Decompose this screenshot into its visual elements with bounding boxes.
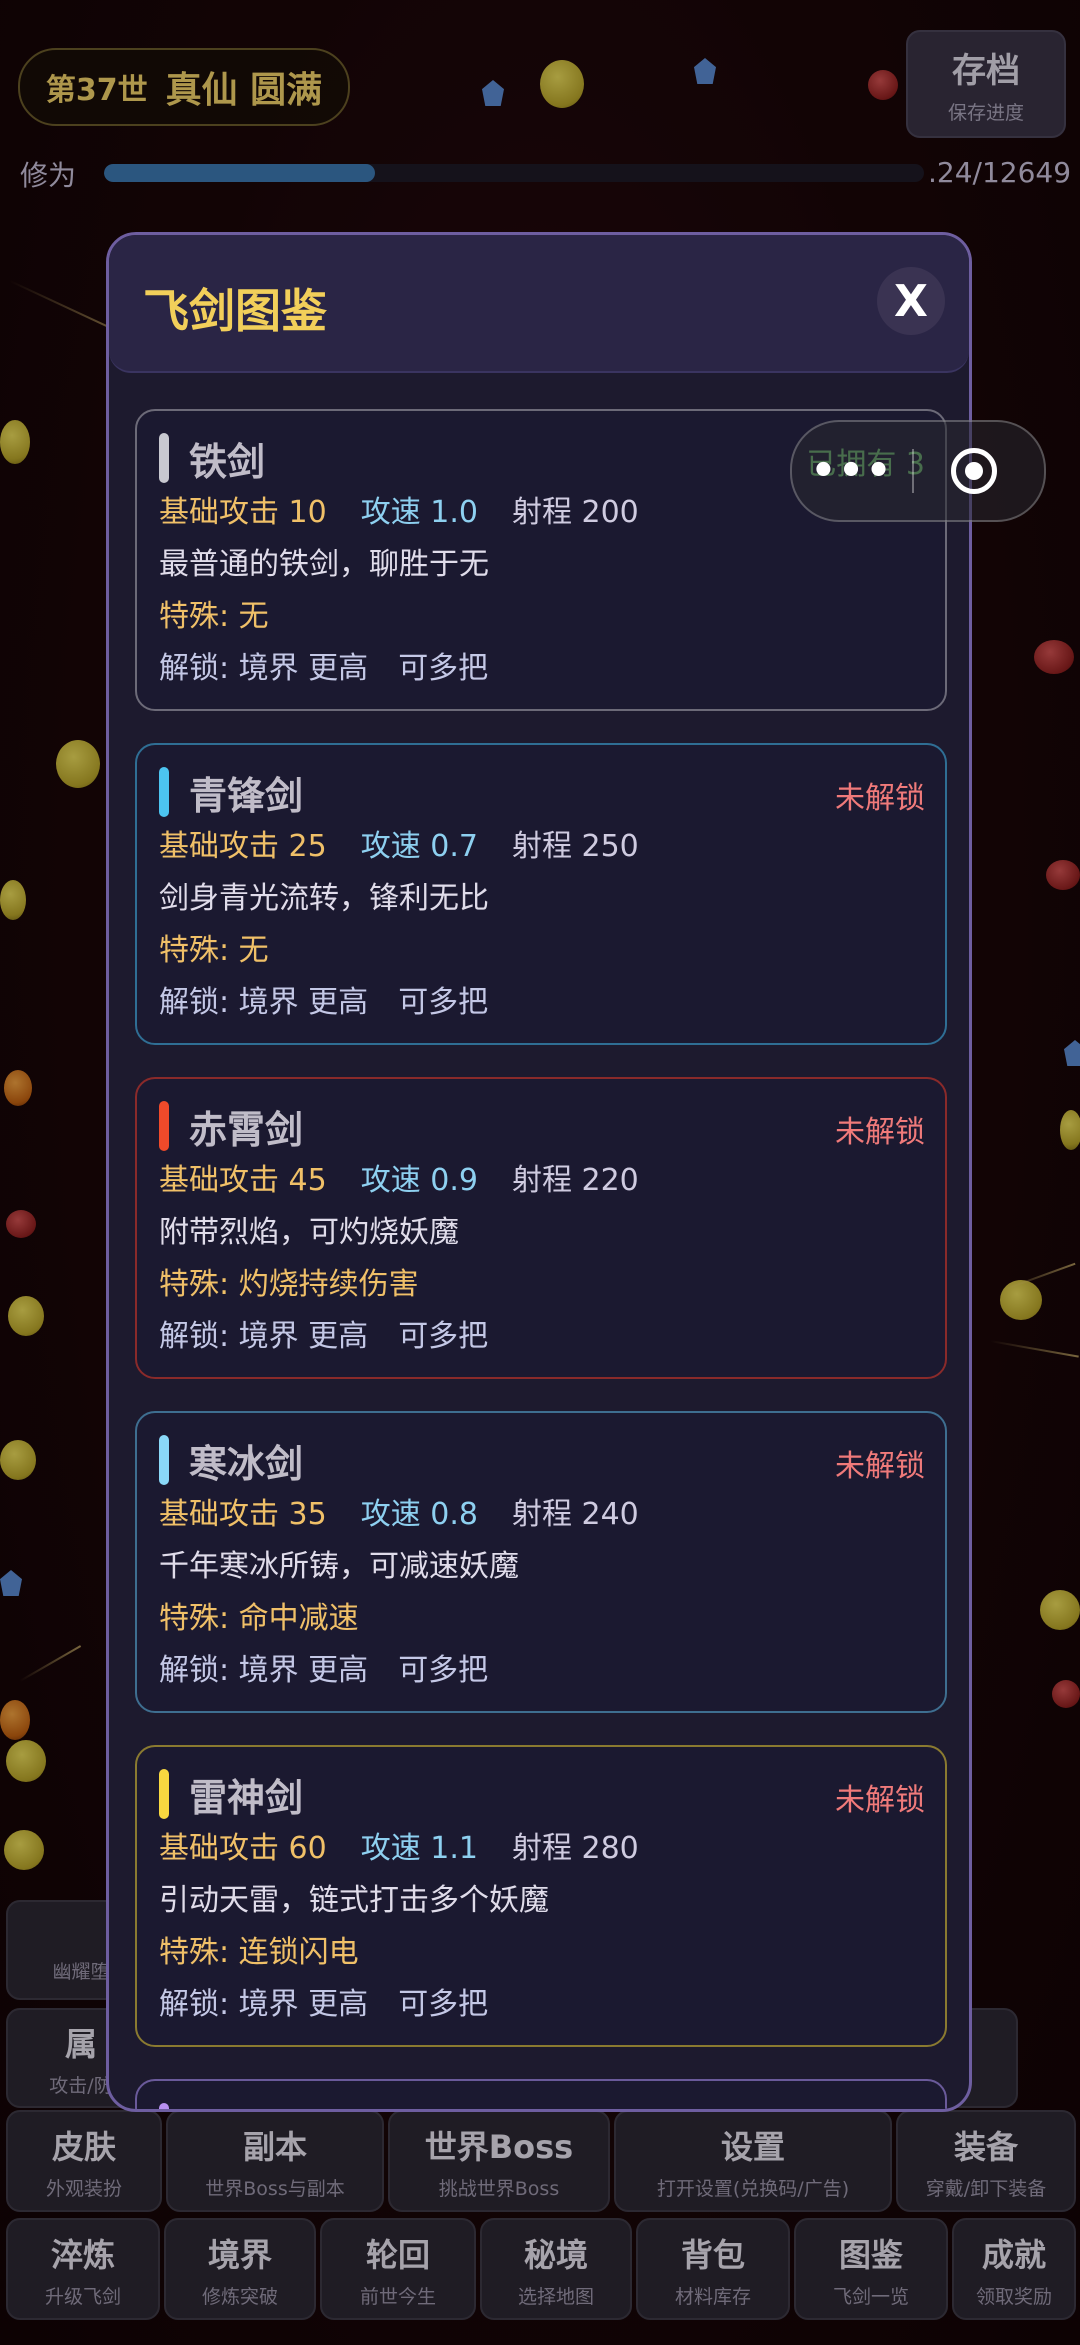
- sword-range: 射程 220: [511, 1163, 639, 1198]
- sword-name: 雷神剑: [189, 1775, 304, 1820]
- sword-unlock-condition: 解锁: 境界 更高: [159, 651, 369, 686]
- sword-card[interactable]: 赤霄剑 未解锁基础攻击 45 攻速 0.9 射程 220 附带烈焰，可灼烧妖魔 特殊: 灼…: [135, 1077, 947, 1379]
- sword-attack: 基础攻击 10: [159, 495, 327, 530]
- sword-attack: 基础攻击 35: [159, 1497, 327, 1532]
- sword-multi: 可多把: [398, 1987, 489, 2022]
- sword-description: 千年寒冰所铸，可减速妖魔: [159, 1549, 519, 1584]
- sword-description: 引动天雷，链式打击多个妖魔: [159, 1883, 549, 1918]
- sword-status: 未解锁: [835, 781, 925, 816]
- sword-stats: 基础攻击 60 攻速 1.1 射程 280: [159, 1823, 923, 1875]
- sword-name: 铁剑: [189, 439, 266, 484]
- sword-unlock-condition: 解锁: 境界 更高: [159, 1319, 369, 1354]
- sword-unlock: 解锁: 境界 更高 可多把: [159, 1645, 923, 1697]
- sword-card-header: 青锋剑: [159, 763, 923, 821]
- sword-speed: 攻速 1.1: [360, 1831, 478, 1866]
- sword-speed: 攻速 0.8: [360, 1497, 478, 1532]
- sword-color-bar: [159, 1435, 169, 1485]
- sword-range: 射程 250: [511, 829, 639, 864]
- sword-card[interactable]: 寒冰剑 未解锁基础攻击 35 攻速 0.8 射程 240 千年寒冰所铸，可减速妖魔 特殊:…: [135, 1411, 947, 1713]
- sword-unlock: 解锁: 境界 更高 可多把: [159, 977, 923, 1029]
- sword-attack: 基础攻击 25: [159, 829, 327, 864]
- sword-list[interactable]: 铁剑已拥有 3基础攻击 10攻速 1.0射程 200最普通的铁剑，聊胜于无特殊:…: [135, 409, 947, 2112]
- sword-card-header: 大虚剑: [159, 2099, 923, 2110]
- sword-unlock-condition: 解锁: 境界 更高: [159, 1987, 369, 2022]
- sword-attack: 基础攻击 60: [159, 1831, 327, 1866]
- sword-status: 未解锁: [835, 2109, 925, 2112]
- sword-status: 未解锁: [835, 1449, 925, 1484]
- sword-name: 大虚剑: [189, 2101, 303, 2110]
- sword-special: 特殊: 连锁闪电: [159, 1935, 359, 1970]
- sword-speed: 攻速 0.7: [360, 829, 478, 864]
- sword-card[interactable]: 雷神剑 未解锁基础攻击 60 攻速 1.1 射程 280 引动天雷，链式打击多个妖魔 特殊…: [135, 1745, 947, 2047]
- sword-multi: 可多把: [398, 985, 489, 1020]
- target-ring-icon: [951, 448, 997, 494]
- sword-multi: 可多把: [398, 1653, 489, 1688]
- target-core: [965, 462, 983, 480]
- sword-multi: 可多把: [398, 651, 489, 686]
- sword-unlock-condition: 解锁: 境界 更高: [159, 1653, 369, 1688]
- sword-description: 最普通的铁剑，聊胜于无: [159, 547, 489, 582]
- sword-special: 特殊: 无: [159, 599, 269, 634]
- sword-unlock: 解锁: 境界 更高 可多把: [159, 1311, 923, 1363]
- more-options-icon[interactable]: •••: [792, 448, 912, 494]
- sword-color-bar: [159, 433, 169, 483]
- miniprogram-capsule: •••: [790, 420, 1046, 522]
- sword-special: 特殊: 命中减速: [159, 1601, 359, 1636]
- sword-special: 特殊: 灼烧持续伤害: [159, 1267, 419, 1302]
- sword-description: 附带烈焰，可灼烧妖魔: [159, 1215, 459, 1250]
- sword-speed: 攻速 1.0: [360, 495, 478, 530]
- close-button[interactable]: X: [877, 267, 945, 335]
- sword-description: 剑身青光流转，锋利无比: [159, 881, 489, 916]
- sword-unlock: 解锁: 境界 更高 可多把: [159, 1979, 923, 2031]
- sword-color-bar: [159, 2103, 169, 2109]
- sword-unlock: 解锁: 境界 更高 可多把: [159, 643, 923, 695]
- sword-name: 赤霄剑: [189, 1107, 304, 1152]
- sword-color-bar: [159, 1101, 169, 1151]
- sword-status: 未解锁: [835, 1115, 925, 1150]
- sword-stats: 基础攻击 35 攻速 0.8 射程 240: [159, 1489, 923, 1541]
- sword-card-header: 雷神剑: [159, 1765, 923, 1823]
- sword-stats: 基础攻击 45 攻速 0.9 射程 220: [159, 1155, 923, 1207]
- modal-header: 飞剑图鉴 X: [109, 235, 969, 373]
- sword-special: 特殊: 无: [159, 933, 269, 968]
- sword-name: 青锋剑: [189, 773, 304, 818]
- close-miniprogram-icon[interactable]: [914, 448, 1034, 494]
- sword-status: 未解锁: [835, 1783, 925, 1818]
- modal-title: 飞剑图鉴: [143, 284, 327, 338]
- sword-color-bar: [159, 767, 169, 817]
- sword-card[interactable]: 青锋剑 未解锁基础攻击 25 攻速 0.7 射程 250 剑身青光流转，锋利无比 特殊: …: [135, 743, 947, 1045]
- sword-multi: 可多把: [398, 1319, 489, 1354]
- sword-name: 寒冰剑: [189, 1441, 304, 1486]
- sword-attack: 基础攻击 45: [159, 1163, 327, 1198]
- sword-card[interactable]: 大虚剑未解锁: [135, 2079, 947, 2112]
- sword-range: 射程 240: [511, 1497, 639, 1532]
- sword-color-bar: [159, 1769, 169, 1819]
- sword-card-header: 寒冰剑: [159, 1431, 923, 1489]
- sword-range: 射程 280: [511, 1831, 639, 1866]
- sword-speed: 攻速 0.9: [360, 1163, 478, 1198]
- sword-unlock-condition: 解锁: 境界 更高: [159, 985, 369, 1020]
- sword-range: 射程 200: [511, 495, 639, 530]
- sword-stats: 基础攻击 25 攻速 0.7 射程 250: [159, 821, 923, 873]
- sword-card-header: 赤霄剑: [159, 1097, 923, 1155]
